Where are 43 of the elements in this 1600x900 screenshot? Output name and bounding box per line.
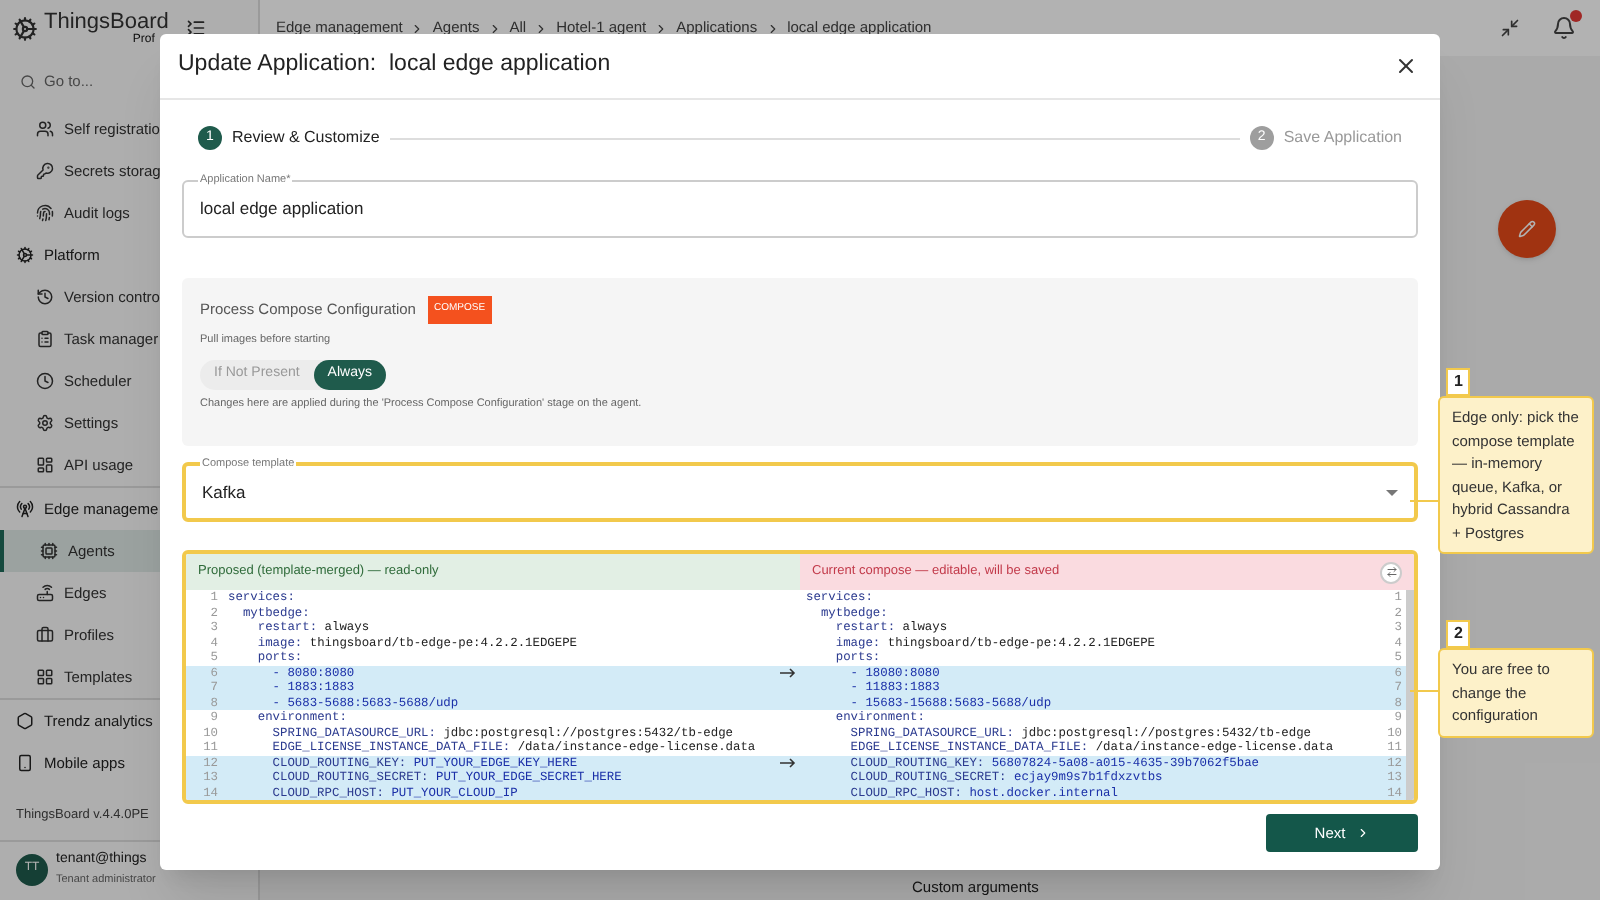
close-icon [1394,54,1418,78]
compare-icon[interactable] [1380,561,1402,583]
logo-icon [12,15,38,41]
scrollbar[interactable] [1406,590,1414,800]
users-icon [36,120,54,138]
bell-icon[interactable] [1552,16,1576,40]
chevron-icon [487,21,502,35]
chevron-icon [534,21,549,35]
grid-icon [36,668,54,686]
dashboard-icon [36,456,54,474]
router-icon [36,584,54,602]
callout-number: 2 [1446,620,1471,648]
edit-button[interactable] [1498,200,1556,258]
dialog-title: Update Application: local edge application [178,50,611,81]
step-label[interactable]: Review & Customize [232,126,380,150]
field-value: Kafka [202,479,246,505]
antenna-icon [16,500,34,518]
history-icon [36,288,54,306]
field-value: local edge application [200,196,364,222]
arrow-icon[interactable] [780,667,796,678]
fingerprint-icon [36,204,54,222]
search-icon [20,74,36,90]
logo-text: ThingsBoard [44,9,169,33]
pencil-icon [1518,220,1536,238]
clock-icon [36,372,54,390]
phone-icon [16,754,34,772]
chevron-icon [1355,826,1370,840]
callout-number: 1 [1446,368,1471,396]
briefcase-icon [36,626,54,644]
gears-icon [16,246,34,264]
notification-badge [1570,10,1582,22]
chevron-icon [765,21,780,35]
hexagon-icon [16,712,34,730]
settings-icon [36,414,54,432]
dropdown-caret-icon [1386,489,1398,495]
key-icon [36,162,54,180]
chip-icon [40,542,58,560]
arrow-icon[interactable] [780,757,796,768]
fullscreen-exit-icon[interactable] [1500,18,1520,38]
chevron-icon [410,21,425,35]
clipboard-icon [36,330,54,348]
menu-icon[interactable] [186,18,207,38]
chevron-icon [654,21,669,35]
